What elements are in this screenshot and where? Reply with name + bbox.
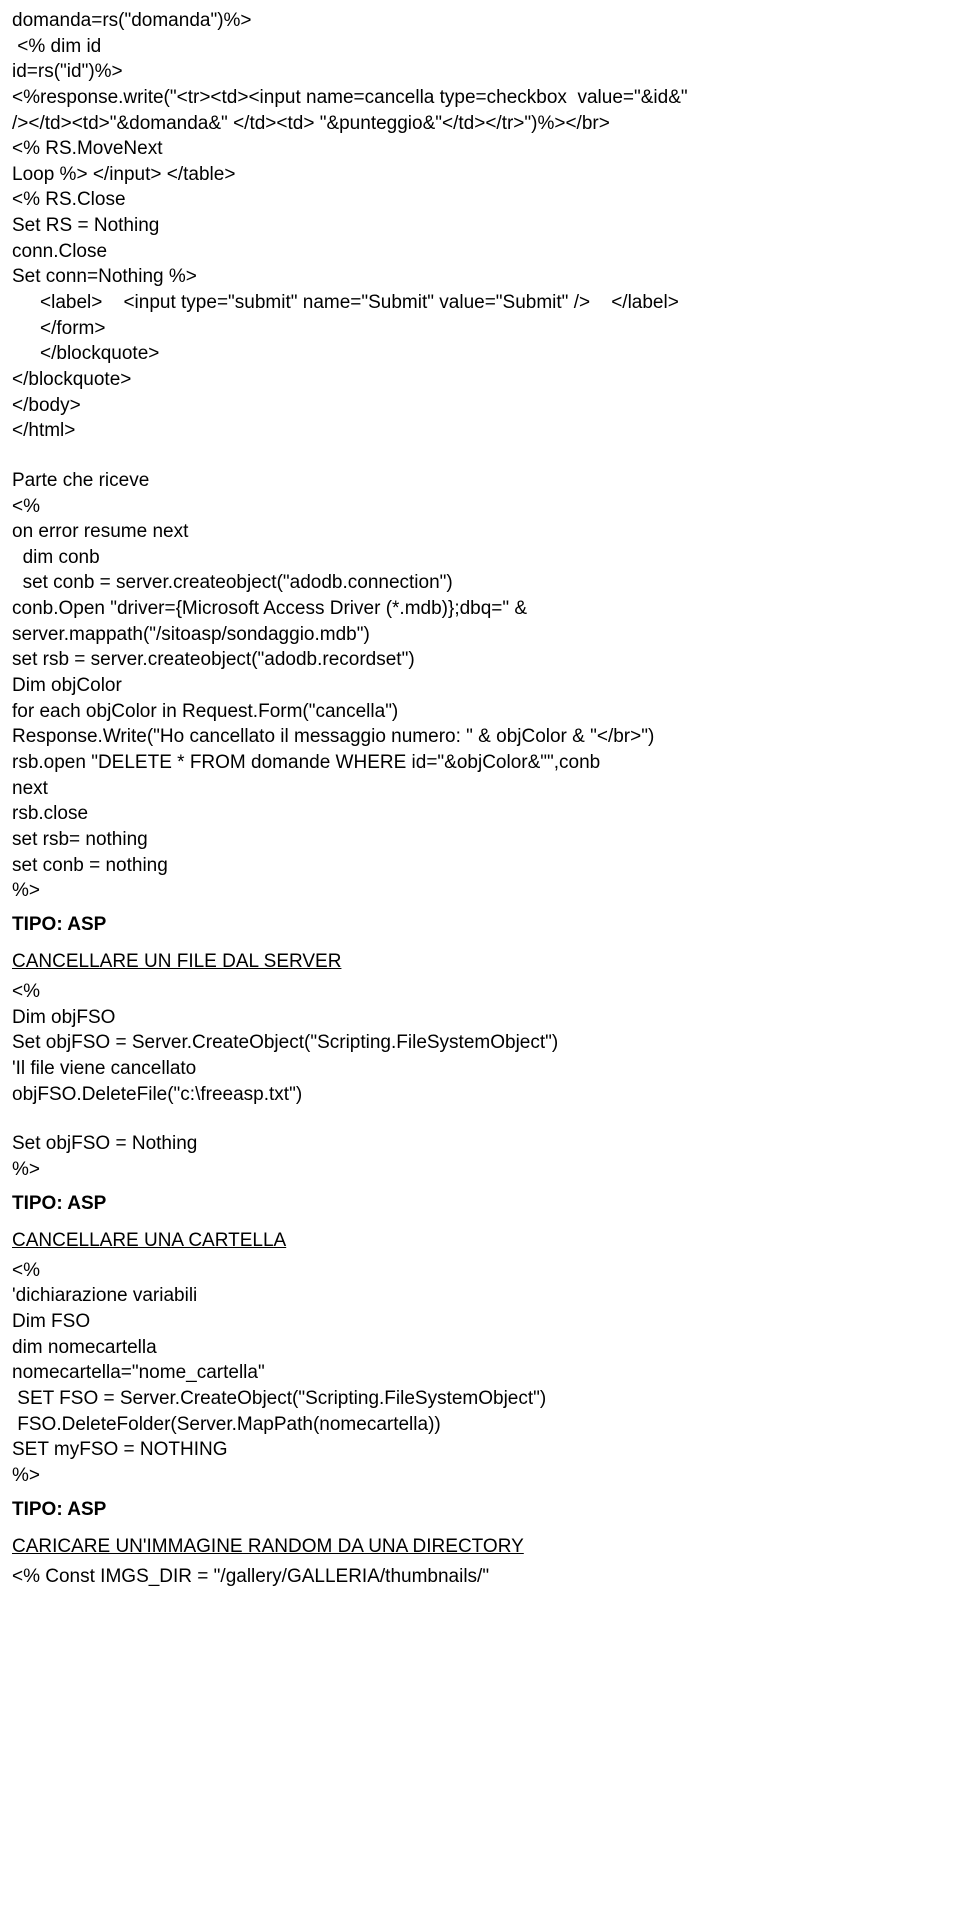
code-line: <% (12, 1258, 948, 1284)
code-line: CANCELLARE UN FILE DAL SERVER (12, 941, 948, 979)
code-line: <% RS.MoveNext (12, 136, 948, 162)
code-line: conb.Open "driver={Microsoft Access Driv… (12, 596, 948, 622)
code-line: dim conb (12, 545, 948, 571)
code-line: CANCELLARE UNA CARTELLA (12, 1220, 948, 1258)
code-line: dim nomecartella (12, 1335, 948, 1361)
code-line: rsb.close (12, 801, 948, 827)
code-line: for each objColor in Request.Form("cance… (12, 699, 948, 725)
code-line: set rsb= nothing (12, 827, 948, 853)
code-line: TIPO: ASP (12, 1183, 948, 1221)
code-line: Set RS = Nothing (12, 213, 948, 239)
code-line: <% Const IMGS_DIR = "/gallery/GALLERIA/t… (12, 1564, 948, 1590)
code-line: 'Il file viene cancellato (12, 1056, 948, 1082)
code-line: <% dim id (12, 34, 948, 60)
code-line: </html> (12, 418, 948, 444)
code-line: set rsb = server.createobject("adodb.rec… (12, 647, 948, 673)
code-line: objFSO.DeleteFile("c:\freeasp.txt") (12, 1082, 948, 1108)
code-line: Dim objFSO (12, 1005, 948, 1031)
code-line: TIPO: ASP (12, 1489, 948, 1527)
code-line: %> (12, 1463, 948, 1489)
code-line: server.mappath("/sitoasp/sondaggio.mdb") (12, 622, 948, 648)
code-line: rsb.open "DELETE * FROM domande WHERE id… (12, 750, 948, 776)
code-line: <% (12, 494, 948, 520)
code-line: CARICARE UN'IMMAGINE RANDOM DA UNA DIREC… (12, 1526, 948, 1564)
code-line: conn.Close (12, 239, 948, 265)
code-line: FSO.DeleteFolder(Server.MapPath(nomecart… (12, 1412, 948, 1438)
code-line: </blockquote> (12, 367, 948, 393)
code-line: </blockquote> (12, 341, 948, 367)
code-line: <% RS.Close (12, 187, 948, 213)
code-line: Set objFSO = Nothing (12, 1131, 948, 1157)
code-line: Loop %> </input> </table> (12, 162, 948, 188)
code-line: %> (12, 878, 948, 904)
code-line (12, 1107, 948, 1131)
code-line: </form> (12, 316, 948, 342)
code-line: Set conn=Nothing %> (12, 264, 948, 290)
code-line: <label> <input type="submit" name="Submi… (12, 290, 948, 316)
code-line: next (12, 776, 948, 802)
document-body: domanda=rs("domanda")%> <% dim idid=rs("… (12, 8, 948, 1590)
code-line: set conb = nothing (12, 853, 948, 879)
code-line (12, 444, 948, 468)
code-line: domanda=rs("domanda")%> (12, 8, 948, 34)
code-line: </body> (12, 393, 948, 419)
code-line: Response.Write("Ho cancellato il messagg… (12, 724, 948, 750)
code-line: Dim FSO (12, 1309, 948, 1335)
code-line: id=rs("id")%> (12, 59, 948, 85)
code-line: <% (12, 979, 948, 1005)
code-line: on error resume next (12, 519, 948, 545)
code-line: /></td><td>"&domanda&" </td><td> "&punte… (12, 111, 948, 137)
code-line: nomecartella="nome_cartella" (12, 1360, 948, 1386)
code-line: <%response.write("<tr><td><input name=ca… (12, 85, 948, 111)
code-line: set conb = server.createobject("adodb.co… (12, 570, 948, 596)
code-line: Parte che riceve (12, 468, 948, 494)
code-line: %> (12, 1157, 948, 1183)
code-line: SET FSO = Server.CreateObject("Scripting… (12, 1386, 948, 1412)
code-line: Set objFSO = Server.CreateObject("Script… (12, 1030, 948, 1056)
code-line: TIPO: ASP (12, 904, 948, 942)
code-line: Dim objColor (12, 673, 948, 699)
code-line: 'dichiarazione variabili (12, 1283, 948, 1309)
code-line: SET myFSO = NOTHING (12, 1437, 948, 1463)
